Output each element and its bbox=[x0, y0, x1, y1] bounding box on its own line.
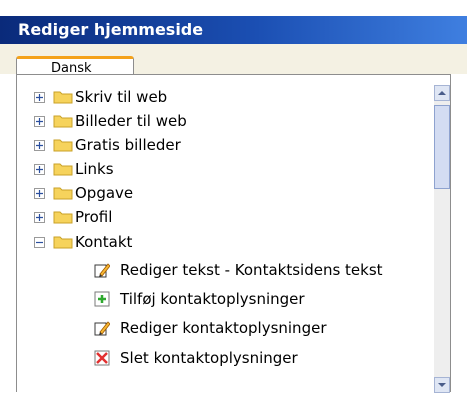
action-slet-kontaktoplysninger[interactable]: Slet kontaktoplysninger bbox=[94, 346, 298, 370]
tree-item-label: Kontakt bbox=[75, 233, 133, 251]
action-tilfoej-kontaktoplysninger[interactable]: Tilføj kontaktoplysninger bbox=[94, 287, 305, 311]
tree-item-label: Profil bbox=[75, 208, 113, 226]
scroll-down-button[interactable] bbox=[434, 377, 450, 393]
folder-icon bbox=[53, 187, 73, 200]
tree-item-kontakt[interactable]: Kontakt bbox=[34, 231, 132, 253]
action-label: Rediger tekst - Kontaktsidens tekst bbox=[120, 261, 383, 279]
collapse-minus-icon[interactable] bbox=[34, 236, 45, 248]
tree-item-label: Gratis billeder bbox=[75, 136, 181, 154]
folder-icon bbox=[53, 236, 73, 249]
action-rediger-tekst[interactable]: Rediger tekst - Kontaktsidens tekst bbox=[94, 258, 383, 282]
tab-dansk[interactable]: Dansk bbox=[16, 56, 134, 76]
tree-item-profil[interactable]: Profil bbox=[34, 206, 112, 228]
delete-x-icon bbox=[94, 350, 110, 366]
arrow-up-icon bbox=[438, 91, 446, 95]
expand-plus-icon[interactable] bbox=[34, 139, 45, 151]
action-rediger-kontaktoplysninger[interactable]: Rediger kontaktoplysninger bbox=[94, 316, 326, 340]
folder-icon bbox=[53, 139, 73, 152]
tree-item-gratis-billeder[interactable]: Gratis billeder bbox=[34, 134, 181, 156]
folder-icon bbox=[53, 211, 73, 224]
tree-item-label: Billeder til web bbox=[75, 112, 187, 130]
scroll-up-button[interactable] bbox=[434, 85, 450, 101]
add-plus-icon bbox=[94, 291, 110, 307]
tree-item-skriv-til-web[interactable]: Skriv til web bbox=[34, 86, 167, 108]
folder-icon bbox=[53, 163, 73, 176]
action-label: Rediger kontaktoplysninger bbox=[120, 319, 327, 337]
folder-icon bbox=[53, 115, 73, 128]
expand-plus-icon[interactable] bbox=[34, 91, 45, 103]
expand-plus-icon[interactable] bbox=[34, 163, 45, 175]
expand-plus-icon[interactable] bbox=[34, 211, 45, 223]
tree-item-label: Opgave bbox=[75, 184, 134, 202]
tree-item-opgave[interactable]: Opgave bbox=[34, 182, 133, 204]
pencil-edit-icon bbox=[94, 321, 110, 336]
expand-plus-icon[interactable] bbox=[34, 187, 45, 199]
arrow-down-icon bbox=[438, 383, 446, 387]
folder-icon bbox=[53, 91, 73, 104]
panel-title: Rediger hjemmeside bbox=[0, 16, 467, 44]
tree-item-links[interactable]: Links bbox=[34, 158, 114, 180]
scroll-thumb[interactable] bbox=[434, 105, 450, 189]
pencil-edit-icon bbox=[94, 263, 110, 278]
vertical-scrollbar[interactable] bbox=[434, 85, 450, 393]
tree-item-billeder-til-web[interactable]: Billeder til web bbox=[34, 110, 187, 132]
action-label: Slet kontaktoplysninger bbox=[120, 349, 298, 367]
tree-item-label: Links bbox=[75, 160, 114, 178]
action-label: Tilføj kontaktoplysninger bbox=[120, 290, 305, 308]
expand-plus-icon[interactable] bbox=[34, 115, 45, 127]
tree-item-label: Skriv til web bbox=[75, 88, 168, 106]
